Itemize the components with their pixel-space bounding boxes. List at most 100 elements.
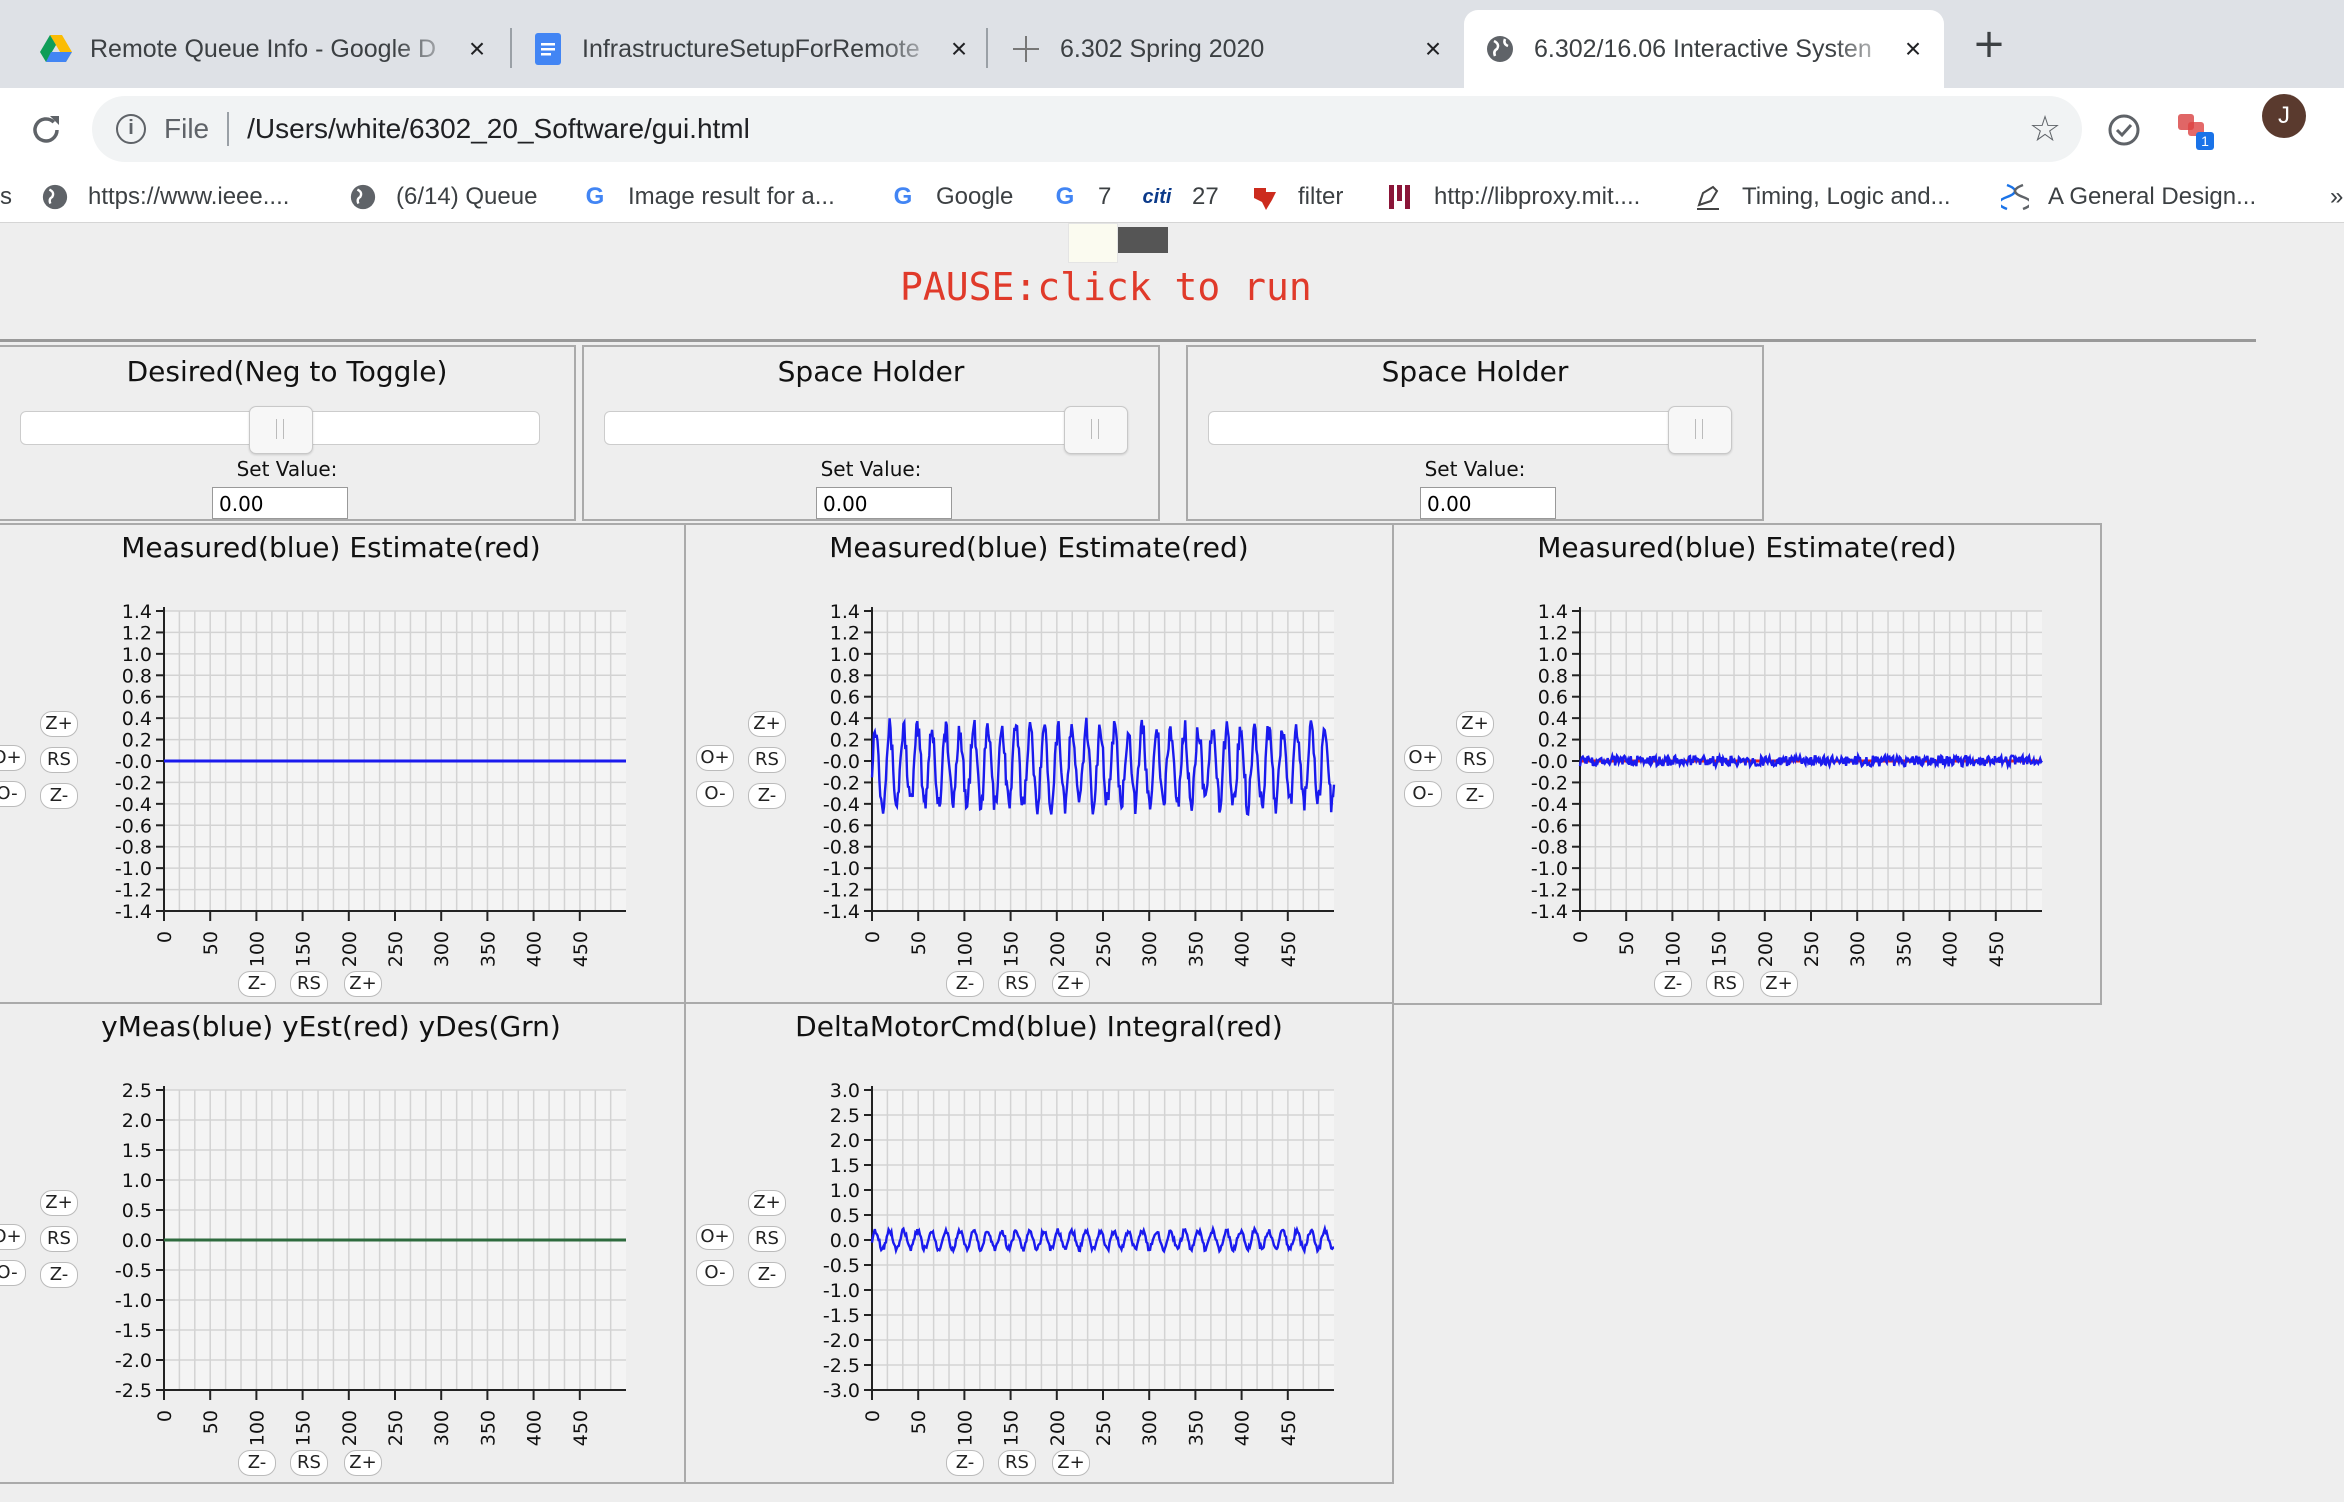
offset-up-button[interactable]: O+ [0, 1224, 26, 1250]
offset-down-button[interactable]: O- [1404, 781, 1442, 807]
bookmark-item[interactable]: http://libproxy.mit.... [1386, 178, 1640, 216]
zoom-in-x-button[interactable]: Z+ [344, 1450, 382, 1476]
zoom-in-x-button[interactable]: Z+ [1052, 1450, 1090, 1476]
set-value-input[interactable]: 0.00 [212, 487, 348, 519]
close-icon[interactable]: × [1418, 34, 1448, 64]
reset-y-button[interactable]: RS [748, 747, 786, 773]
zoom-out-x-button[interactable]: Z- [238, 971, 276, 997]
slider-handle[interactable] [1668, 406, 1732, 454]
offset-up-button[interactable]: O+ [0, 745, 26, 771]
close-icon[interactable]: × [1898, 34, 1928, 64]
info-icon[interactable]: i [116, 114, 146, 144]
zoom-in-x-button[interactable]: Z+ [1760, 971, 1798, 997]
check-extension-icon[interactable] [2100, 106, 2148, 154]
bookmark-item[interactable]: G Google [888, 178, 1014, 216]
tab-interactive-systems[interactable]: 6.302/16.06 Interactive Systen × [1464, 10, 1944, 88]
slider-panel-space-holder-2: Space Holder Set Value: 0.00 [1186, 345, 1764, 521]
set-value-input[interactable]: 0.00 [1420, 487, 1556, 519]
set-value-input[interactable]: 0.00 [816, 487, 952, 519]
zoom-out-x-button[interactable]: Z- [238, 1450, 276, 1476]
plot-panel-2: Measured(blue) Estimate(red) 1.4 1.2 1.0 0.… [684, 523, 1394, 1005]
offset-down-button[interactable]: O- [0, 1260, 26, 1286]
slider-title: Space Holder [777, 355, 965, 388]
slider-track[interactable] [20, 406, 540, 454]
zoom-out-y-button[interactable]: Z- [748, 783, 786, 809]
tab-title: Remote Queue Info - Google D [90, 34, 437, 63]
zoom-in-y-button[interactable]: Z+ [748, 1190, 786, 1216]
x-tick-label: 100 [954, 1410, 976, 1446]
reset-x-button[interactable]: RS [998, 1450, 1036, 1476]
bookmark-star-icon[interactable]: ☆ [2022, 106, 2068, 152]
bookmark-item[interactable]: https://www.ieee.... [40, 178, 289, 216]
y-tick-label: -0.2 [1531, 772, 1568, 794]
y-tick-label: -0.8 [823, 837, 860, 859]
zoom-out-y-button[interactable]: Z- [40, 783, 78, 809]
zoom-out-x-button[interactable]: Z- [1654, 971, 1692, 997]
citi-icon: citi [1142, 185, 1172, 208]
reload-icon[interactable] [22, 106, 70, 154]
run-toggle-box[interactable] [1068, 223, 1118, 263]
zoom-in-x-button[interactable]: Z+ [344, 971, 382, 997]
zoom-in-y-button[interactable]: Z+ [40, 1190, 78, 1216]
reset-x-button[interactable]: RS [290, 1450, 328, 1476]
pause-run-button[interactable]: PAUSE:click to run [900, 265, 1312, 309]
x-tick-label: 0 [154, 1410, 176, 1422]
bookmark-item[interactable]: filter [1250, 178, 1343, 216]
y-tick-label: -1.0 [823, 858, 860, 880]
slider-handle[interactable] [249, 406, 313, 454]
offset-up-button[interactable]: O+ [696, 1224, 734, 1250]
tab-infrastructure[interactable]: InfrastructureSetupForRemote × [512, 10, 990, 88]
bookmark-item[interactable]: G Image result for a... [580, 178, 835, 216]
y-tick-label: -1.5 [823, 1305, 860, 1327]
bookmark-item[interactable]: (6/14) Queue [348, 178, 537, 216]
zoom-out-y-button[interactable]: Z- [748, 1262, 786, 1288]
zoom-out-x-button[interactable]: Z- [946, 971, 984, 997]
extension-icon[interactable]: 1 [2170, 106, 2218, 154]
run-indicator [1118, 227, 1168, 253]
offset-down-button[interactable]: O- [696, 781, 734, 807]
y-tick-label: -2.5 [115, 1380, 152, 1402]
bookmark-item[interactable]: G 7 [1050, 178, 1112, 216]
close-icon[interactable]: × [944, 34, 974, 64]
reset-x-button[interactable]: RS [998, 971, 1036, 997]
zoom-in-y-button[interactable]: Z+ [1456, 711, 1494, 737]
reset-y-button[interactable]: RS [1456, 747, 1494, 773]
bookmark-item[interactable]: Timing, Logic and... [1694, 178, 1951, 216]
zoom-in-y-button[interactable]: Z+ [40, 711, 78, 737]
offset-up-button[interactable]: O+ [1404, 745, 1442, 771]
zoom-out-x-button[interactable]: Z- [946, 1450, 984, 1476]
y-tick-label: 1.5 [830, 1155, 860, 1177]
bookmark-item[interactable]: citi 27 [1140, 178, 1219, 216]
x-tick-label: 400 [524, 931, 546, 967]
reset-y-button[interactable]: RS [40, 747, 78, 773]
reset-y-button[interactable]: RS [40, 1226, 78, 1252]
tab-remote-queue[interactable]: Remote Queue Info - Google D × [20, 10, 508, 88]
x-tick-label: 200 [339, 1410, 361, 1446]
slider-track[interactable] [1208, 406, 1732, 454]
bookmark-item[interactable]: A General Design... [2000, 178, 2256, 216]
offset-up-button[interactable]: O+ [696, 745, 734, 771]
offset-down-button[interactable]: O- [0, 781, 26, 807]
reset-y-button[interactable]: RS [748, 1226, 786, 1252]
y-tick-label: -0.5 [823, 1255, 860, 1277]
zoom-in-x-button[interactable]: Z+ [1052, 971, 1090, 997]
reset-x-button[interactable]: RS [290, 971, 328, 997]
zoom-in-y-button[interactable]: Z+ [748, 711, 786, 737]
y-tick-label: -0.2 [823, 772, 860, 794]
x-tick-label: 0 [1570, 931, 1592, 943]
tab-6302-spring[interactable]: 6.302 Spring 2020 × [990, 10, 1464, 88]
close-icon[interactable]: × [462, 34, 492, 64]
zoom-out-y-button[interactable]: Z- [40, 1262, 78, 1288]
dna-icon [2000, 182, 2030, 212]
avatar[interactable]: J [2262, 94, 2306, 138]
bookmark-label: Google [936, 183, 1014, 210]
bookmarks-overflow-button[interactable]: » [2330, 178, 2343, 216]
x-tick-label: 250 [385, 1410, 407, 1446]
zoom-out-y-button[interactable]: Z- [1456, 783, 1494, 809]
offset-down-button[interactable]: O- [696, 1260, 734, 1286]
address-bar[interactable]: i File /Users/white/6302_20_Software/gui… [92, 96, 2082, 162]
slider-handle[interactable] [1064, 406, 1128, 454]
reset-x-button[interactable]: RS [1706, 971, 1744, 997]
slider-track[interactable] [604, 406, 1128, 454]
new-tab-button[interactable]: + [1968, 24, 2010, 66]
